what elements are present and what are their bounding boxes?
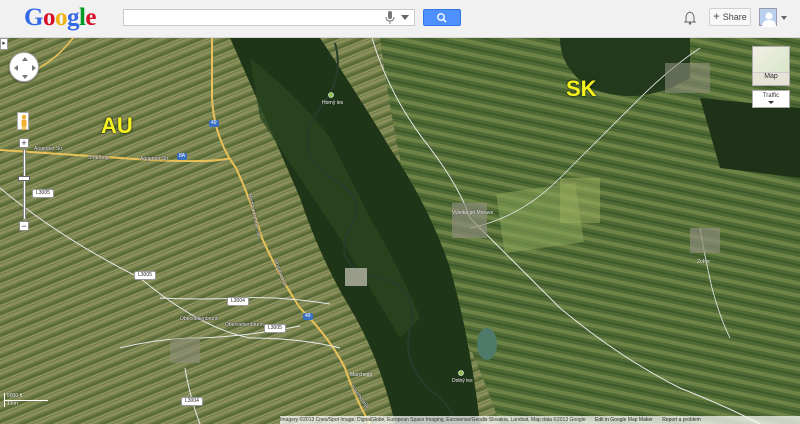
satellite-imagery[interactable] bbox=[0, 38, 800, 424]
search-options-caret-icon[interactable] bbox=[401, 15, 409, 20]
route-shield: 49 bbox=[303, 313, 313, 320]
road-label-obersiebenbrunn-2: Obersiebenbrunn bbox=[225, 322, 264, 328]
account-menu-caret-icon[interactable] bbox=[781, 16, 787, 20]
pan-arrows-icon bbox=[14, 57, 36, 79]
road-label-strassbog: Straßbog bbox=[88, 155, 109, 161]
traffic-layer-button[interactable]: Traffic bbox=[752, 90, 790, 108]
zoom-slider-handle[interactable] bbox=[18, 176, 30, 181]
country-label-austria: AU bbox=[101, 113, 133, 138]
country-label-slovakia: SK bbox=[566, 76, 597, 101]
search-icon bbox=[437, 13, 447, 23]
logo-letter: o bbox=[42, 4, 56, 31]
edit-map-maker-link[interactable]: Edit in Google Map Maker bbox=[595, 417, 653, 423]
place-label-forest: Dolný les bbox=[452, 378, 473, 384]
search-button[interactable] bbox=[423, 9, 461, 26]
scale-label-metric: 1 km bbox=[7, 401, 18, 407]
route-shield: 8A bbox=[177, 153, 188, 160]
microphone-icon[interactable] bbox=[385, 11, 395, 24]
logo-letter: o bbox=[54, 4, 68, 31]
map-type-toggle[interactable]: Map bbox=[752, 46, 790, 86]
pan-control[interactable] bbox=[9, 52, 39, 82]
profile-silhouette-icon bbox=[762, 12, 776, 27]
notifications-bell-icon[interactable] bbox=[684, 11, 696, 25]
avatar[interactable] bbox=[759, 8, 777, 27]
search-box[interactable] bbox=[123, 9, 415, 28]
google-logo[interactable]: Google bbox=[24, 4, 96, 32]
map-thumbnail bbox=[753, 47, 789, 73]
street-view-pegman[interactable] bbox=[17, 112, 29, 130]
pegman-icon bbox=[21, 114, 27, 130]
zoom-in-button[interactable]: + bbox=[19, 138, 29, 148]
share-label: Share bbox=[722, 12, 747, 22]
place-label-town: Marchegg bbox=[350, 372, 373, 378]
map-type-label: Map bbox=[764, 73, 778, 80]
top-bar: Google + Share bbox=[0, 0, 800, 38]
report-problem-link[interactable]: Report a problem bbox=[662, 417, 701, 423]
scale-label-imperial: 5000 ft bbox=[7, 393, 23, 399]
road-number-label: L3004 bbox=[227, 297, 249, 306]
scale-bar: 5000 ft 1 km bbox=[4, 393, 48, 409]
road-number-label: L3005 bbox=[264, 324, 286, 333]
zoom-slider-track[interactable] bbox=[23, 149, 26, 220]
logo-letter: g bbox=[66, 4, 80, 31]
collapse-panel-toggle[interactable]: ▸ bbox=[0, 38, 8, 50]
traffic-label: Traffic bbox=[762, 93, 780, 99]
chevron-down-icon bbox=[768, 101, 774, 104]
road-label-obersiebenbrunn: Obersiebenbrunn bbox=[180, 316, 219, 322]
place-label-town: Vysoká pri Morave bbox=[452, 210, 494, 216]
logo-letter: e bbox=[85, 4, 97, 31]
road-label-angerner-str-2: Angerner Str. bbox=[140, 156, 170, 162]
place-label-town: Zohor bbox=[697, 259, 711, 265]
road-number-label: L3005 bbox=[134, 271, 156, 280]
road-label-angerner-str: Angerner Str. bbox=[34, 146, 64, 152]
road-number-label: L3005 bbox=[32, 189, 54, 198]
place-label-forest: Horný les bbox=[322, 100, 344, 106]
logo-letter: G bbox=[24, 4, 43, 31]
plus-icon: + bbox=[713, 11, 720, 23]
route-shield: 49 bbox=[209, 120, 219, 127]
attribution-text: Imagery ©2013 Cnes/Spot Image, DigitalGl… bbox=[280, 417, 586, 423]
map-footer: Imagery ©2013 Cnes/Spot Image, DigitalGl… bbox=[280, 416, 800, 424]
map-canvas[interactable]: AU SK Angerner Str. Straßbog Angerner St… bbox=[0, 38, 800, 424]
zoom-out-button[interactable]: − bbox=[19, 221, 29, 231]
search-input[interactable] bbox=[124, 12, 374, 28]
road-number-label: L3004 bbox=[181, 397, 203, 406]
share-button[interactable]: + Share bbox=[709, 8, 751, 26]
